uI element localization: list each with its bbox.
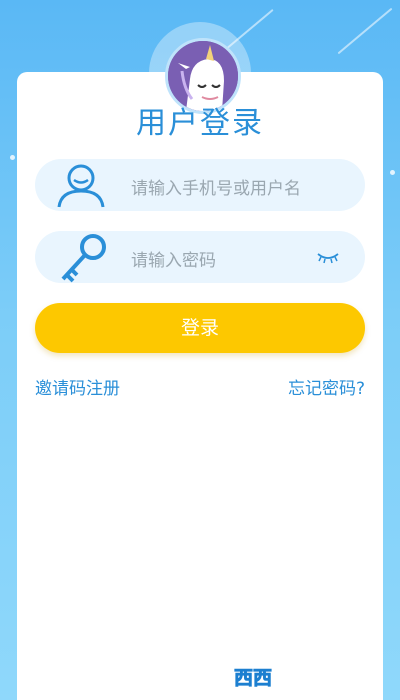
- background-dot: [390, 170, 395, 175]
- login-button[interactable]: 登录: [35, 303, 365, 353]
- password-field[interactable]: 请输入密码: [35, 231, 365, 283]
- svg-text:西西: 西西: [234, 667, 272, 689]
- password-input[interactable]: 请输入密码: [131, 246, 216, 271]
- username-field[interactable]: 请输入手机号或用户名: [35, 159, 365, 211]
- background-streak: [337, 7, 393, 55]
- key-icon: [53, 233, 113, 283]
- username-input[interactable]: 请输入手机号或用户名: [131, 174, 301, 199]
- eye-closed-icon[interactable]: [315, 249, 341, 265]
- page-title: 用户登录: [136, 106, 264, 141]
- forgot-password-link[interactable]: 忘记密码?: [288, 374, 365, 399]
- invite-register-link[interactable]: 邀请码注册: [35, 374, 120, 399]
- svg-text:CR173.COM: CR173.COM: [318, 683, 372, 692]
- watermark-logo: 西西 软件园 CR173.COM: [202, 662, 392, 693]
- user-icon: [53, 161, 113, 209]
- background-dot: [10, 155, 15, 160]
